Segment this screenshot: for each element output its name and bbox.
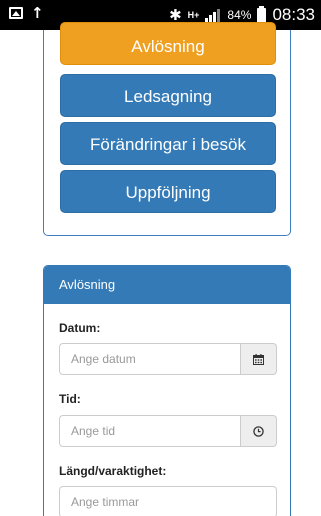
time-label: Tid: — [59, 392, 81, 406]
clock-button[interactable] — [241, 415, 277, 447]
avlosning-button[interactable]: Avlösning — [60, 22, 276, 65]
forandringar-i-besok-button[interactable]: Förändringar i besök — [60, 122, 276, 165]
duration-label: Längd/varaktighet: — [59, 464, 167, 478]
image-notification-icon — [9, 7, 23, 19]
duration-input[interactable]: Ange timmar — [59, 486, 277, 516]
calendar-button[interactable] — [241, 343, 277, 375]
date-input[interactable]: Ange datum — [59, 343, 241, 375]
uppfoljning-button[interactable]: Uppföljning — [60, 170, 276, 213]
battery-icon — [257, 5, 267, 23]
panel-heading: Avlösning — [44, 266, 290, 304]
ledsagning-button[interactable]: Ledsagning — [60, 74, 276, 117]
time-input-group: Ange tid — [59, 415, 277, 447]
clock-icon — [253, 425, 264, 437]
date-input-group: Ange datum — [59, 343, 277, 375]
menu-card: Avlösning Ledsagning Förändringar i besö… — [43, 22, 291, 236]
date-label: Datum: — [59, 321, 101, 335]
signal-icon — [205, 8, 221, 22]
battery-percentage: 84% — [227, 8, 252, 22]
calendar-icon — [253, 353, 264, 365]
time-input[interactable]: Ange tid — [59, 415, 241, 447]
clock: 08:33 — [272, 5, 315, 24]
avlosning-form-panel: Avlösning Datum: Ange datum Tid: Ange ti… — [43, 265, 291, 516]
network-type: H+ — [187, 9, 200, 20]
status-bar-notifications: ↑ — [9, 4, 44, 22]
upload-icon: ↑ — [31, 4, 44, 22]
